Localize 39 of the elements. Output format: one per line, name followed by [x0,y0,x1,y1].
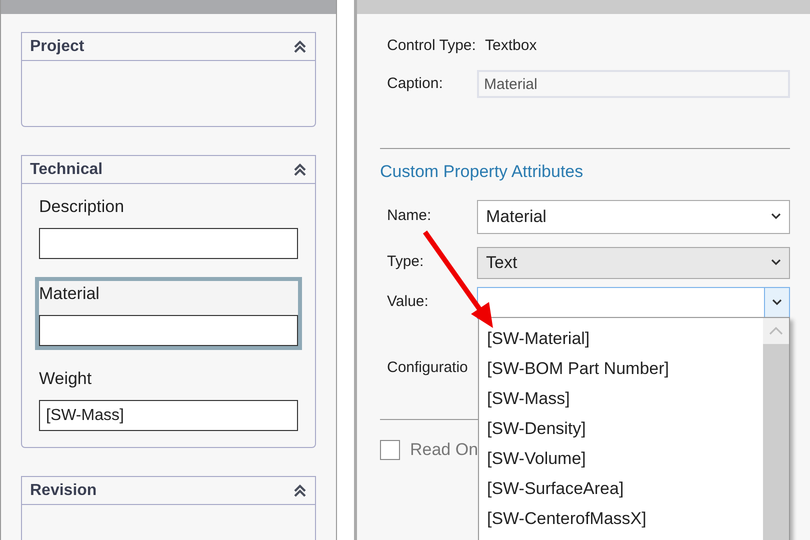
group-title: Revision [30,480,97,500]
section-title: Custom Property Attributes [380,161,584,183]
group-title: Technical [30,160,103,180]
value-dropdown[interactable] [477,286,790,318]
caret-icon [771,259,781,266]
value-label: Value: [387,292,430,312]
dropdown-option[interactable]: [SW-Density] [479,414,763,444]
control-type-value: Textbox [485,36,537,56]
dropdown-option[interactable]: [SW-Material] [479,324,763,354]
dropdown-option[interactable]: [SW-CenterofMassX] [479,504,763,534]
caption-label: Caption: [387,74,444,94]
text-field[interactable] [39,228,298,259]
field-label: Material [39,283,100,305]
caret-icon [771,213,781,220]
caret-icon [772,299,782,306]
dropdown-option[interactable]: [SW-BOM Part Number] [479,354,763,384]
checkbox[interactable] [380,440,400,460]
type-dropdown[interactable]: Text [477,246,790,278]
dropdown-option[interactable]: [SW-Mass] [479,384,763,414]
caption-field[interactable]: Material [477,70,790,98]
dropdown-option[interactable]: [SW-Volume] [479,444,763,474]
dropdown-toggle[interactable] [764,288,789,318]
selected-field-frame[interactable]: Material [35,277,302,350]
name-dropdown[interactable]: Material [477,200,790,234]
group-title: Project [30,36,84,56]
collapse-icon[interactable] [293,162,307,176]
configuration-label: Configuratio [387,358,468,378]
collapse-icon[interactable] [293,40,307,54]
field-label: Weight [39,368,93,390]
text-field[interactable]: [SW-Mass] [39,400,298,431]
control-type-label: Control Type: [387,36,477,56]
field-label: Description [39,196,126,218]
type-label: Type: [387,252,425,272]
checkbox-label: Read On [410,439,478,461]
scrollbar[interactable] [763,318,789,540]
dropdown-option[interactable]: [SW-SurfaceArea] [479,474,763,504]
text-field[interactable] [39,315,298,346]
collapse-icon[interactable] [293,484,307,498]
name-label: Name: [387,206,432,226]
